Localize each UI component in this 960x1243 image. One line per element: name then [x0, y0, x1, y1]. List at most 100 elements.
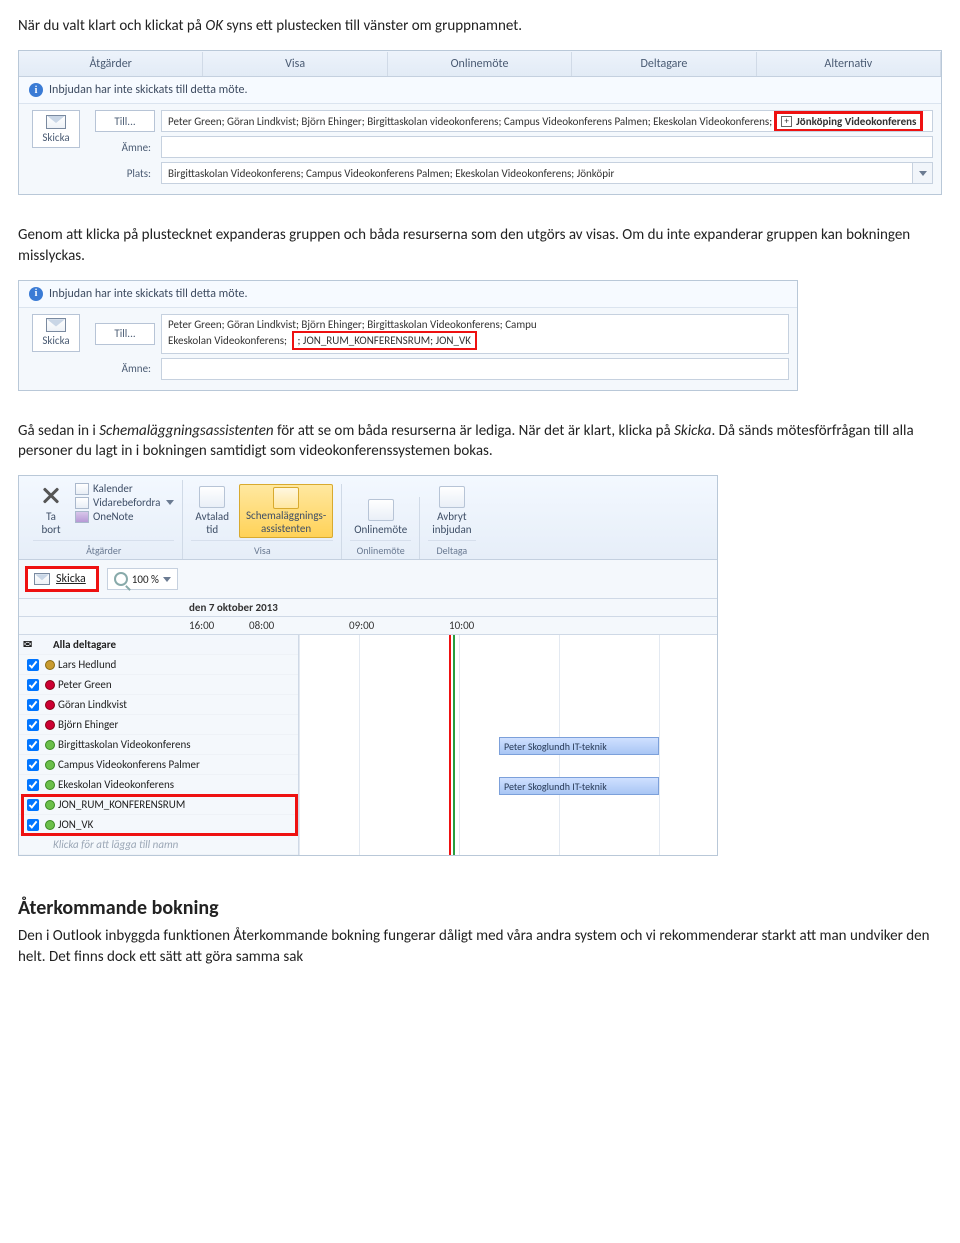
- to-field[interactable]: Peter Green; Göran Lindkvist; Björn Ehin…: [161, 110, 933, 132]
- chevron-down-icon: [166, 500, 174, 505]
- ribbon-tab[interactable]: Deltagare: [572, 52, 756, 76]
- label: Onlinemöte: [354, 523, 407, 536]
- time-header: den 7 oktober 2013: [19, 599, 717, 617]
- attendee-checkbox[interactable]: [27, 699, 39, 711]
- group-label: Åtgärder: [33, 540, 174, 559]
- header-label: Alla deltagare: [53, 638, 294, 651]
- time-scale: 16:00 08:00 09:00 10:00: [19, 617, 717, 635]
- subject-field[interactable]: [161, 136, 933, 158]
- required-icon: [45, 720, 55, 730]
- delete-button[interactable]: Ta bort: [33, 480, 69, 538]
- location-dropdown[interactable]: [913, 162, 933, 184]
- date-label: den 7 oktober 2013: [189, 601, 278, 614]
- attendee-row[interactable]: Campus Videokonferens Palmer: [19, 755, 298, 775]
- add-attendee-row[interactable]: Klicka för att lägga till namn: [19, 835, 298, 855]
- info-bar: i Inbjudan har inte skickats till detta …: [19, 77, 941, 104]
- label: Avtalad tid: [195, 510, 229, 536]
- location-text: Birgittaskolan Videokonferens; Campus Vi…: [168, 167, 614, 180]
- busy-block: Peter Skoglundh IT-teknik: [499, 737, 659, 755]
- label: OneNote: [93, 510, 133, 523]
- send-button[interactable]: Skicka: [32, 110, 80, 148]
- highlighted-resources: [21, 794, 298, 836]
- attendee-checkbox[interactable]: [27, 659, 39, 671]
- text: När du valt klart och klickat på: [18, 17, 205, 35]
- delete-icon: [37, 482, 65, 508]
- delete-label: Ta bort: [41, 510, 60, 536]
- ribbon-tab[interactable]: Onlinemöte: [388, 52, 572, 76]
- resource-icon: [45, 760, 55, 770]
- subject-label: Ämne:: [95, 141, 155, 154]
- ribbon-tab[interactable]: Åtgärder: [19, 52, 203, 76]
- to-text-prefix: Ekeskolan Videokonferens;: [168, 334, 287, 347]
- resource-icon: [45, 740, 55, 750]
- busy-block: Peter Skoglundh IT-teknik: [499, 777, 659, 795]
- attendee-row[interactable]: Peter Green: [19, 675, 298, 695]
- scheduling-icon: [273, 487, 299, 509]
- send-button[interactable]: Skicka: [32, 314, 80, 352]
- label: Vidarebefordra: [93, 496, 160, 509]
- attendee-row[interactable]: Ekeskolan Videokonferens: [19, 775, 298, 795]
- subject-field[interactable]: [161, 358, 789, 380]
- label: Avbryt inbjudan: [432, 510, 471, 536]
- forward-button[interactable]: Vidarebefordra: [75, 496, 174, 509]
- calendar-icon: [75, 483, 89, 495]
- attendee-checkbox[interactable]: [27, 719, 39, 731]
- attendee-row[interactable]: Björn Ehinger: [19, 715, 298, 735]
- onenote-icon: [75, 511, 89, 523]
- to-button[interactable]: Till...: [95, 323, 155, 345]
- attendee-checkbox[interactable]: [27, 739, 39, 751]
- send-label: Skicka: [42, 131, 69, 144]
- attendee-name: Birgittaskolan Videokonferens: [58, 738, 294, 751]
- attendee-checkbox[interactable]: [27, 759, 39, 771]
- add-hint: Klicka för att lägga till namn: [53, 838, 294, 851]
- send-row: Skicka 100 %: [19, 560, 717, 599]
- onenote-button[interactable]: OneNote: [75, 510, 133, 523]
- location-field[interactable]: Birgittaskolan Videokonferens; Campus Vi…: [161, 162, 913, 184]
- location-label: Plats:: [95, 167, 155, 180]
- paragraph-3: Gå sedan in i Schemaläggningsassistenten…: [18, 421, 942, 462]
- calendar-button[interactable]: Kalender: [75, 482, 133, 495]
- to-field[interactable]: Peter Green; Göran Lindkvist; Björn Ehin…: [161, 314, 789, 354]
- label: Kalender: [93, 482, 133, 495]
- attendee-row[interactable]: Lars Hedlund: [19, 655, 298, 675]
- text: för att se om båda resurserna är lediga.…: [274, 422, 675, 440]
- attendee-name: Ekeskolan Videokonferens: [58, 778, 294, 791]
- chevron-down-icon: [919, 171, 927, 176]
- ribbon-tabs: Åtgärder Visa Onlinemöte Deltagare Alter…: [19, 51, 941, 77]
- cancel-invitation-button[interactable]: Avbryt inbjudan: [428, 484, 475, 538]
- send-label: Skicka: [56, 572, 86, 586]
- to-button[interactable]: Till...: [95, 110, 155, 132]
- paragraph-2: Genom att klicka på plustecknet expander…: [18, 225, 942, 266]
- attendee-name: Peter Green: [58, 678, 294, 691]
- group-label: Visa: [191, 540, 333, 559]
- attendee-name: Göran Lindkvist: [58, 698, 294, 711]
- screenshot-2-compose-expanded: i Inbjudan har inte skickats till detta …: [18, 280, 798, 391]
- expand-icon[interactable]: +: [781, 116, 792, 127]
- time-tick: 16:00: [189, 619, 249, 632]
- ribbon-tab[interactable]: Visa: [203, 52, 387, 76]
- scheduling-grid[interactable]: Peter Skoglundh IT-teknik Peter Skoglund…: [299, 635, 717, 855]
- scheduling-assistant-button[interactable]: Schemaläggnings- assistenten: [239, 484, 333, 538]
- text-italic: Skicka: [674, 422, 711, 440]
- attendee-row[interactable]: Göran Lindkvist: [19, 695, 298, 715]
- appointment-button[interactable]: Avtalad tid: [191, 484, 233, 538]
- zoom-control[interactable]: 100 %: [107, 568, 178, 590]
- attendee-checkbox[interactable]: [27, 679, 39, 691]
- text-italic: Schemaläggningsassistenten: [99, 422, 273, 440]
- time-tick: 09:00: [349, 619, 449, 632]
- required-icon: [45, 700, 55, 710]
- group-label: Deltaga: [428, 540, 475, 559]
- scheduling-body: ✉ Alla deltagare Lars Hedlund Peter Gree…: [19, 635, 717, 855]
- ribbon-tab[interactable]: Alternativ: [757, 52, 941, 76]
- attendee-row[interactable]: Birgittaskolan Videokonferens: [19, 735, 298, 755]
- attendee-name: Campus Videokonferens Palmer: [58, 758, 294, 771]
- ribbon: Ta bort Kalender Vidarebefordra OneNote …: [19, 476, 717, 560]
- to-text-line1: Peter Green; Göran Lindkvist; Björn Ehin…: [168, 318, 537, 331]
- attendee-name: Björn Ehinger: [58, 718, 294, 731]
- magnifier-icon: [114, 572, 128, 586]
- send-highlighted[interactable]: Skicka: [25, 566, 99, 592]
- to-text-line2: Ekeskolan Videokonferens; ; JON_RUM_KONF…: [168, 331, 479, 350]
- online-meeting-button[interactable]: Onlinemöte: [350, 497, 411, 538]
- text: syns ett plustecken till vänster om grup…: [223, 17, 522, 35]
- attendee-checkbox[interactable]: [27, 779, 39, 791]
